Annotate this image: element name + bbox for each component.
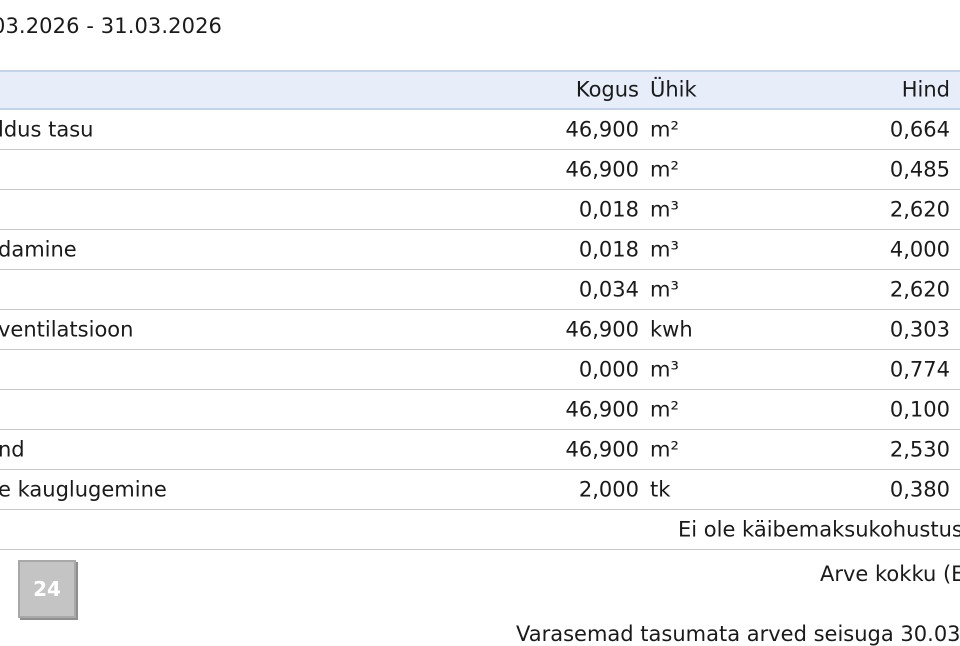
header-quantity: Kogus — [575, 77, 639, 102]
header-price: Hind — [901, 77, 950, 102]
table-row: damine 0,018 m³ 4,000 — [0, 230, 960, 270]
row-quantity: 0,034 — [578, 277, 639, 301]
row-quantity: 46,900 — [565, 437, 639, 461]
row-unit: m² — [650, 157, 679, 181]
row-name: ventilatsioon — [0, 317, 134, 341]
table-row: ventilatsioon 46,900 kwh 0,303 — [0, 310, 960, 350]
row-name: nd — [0, 437, 25, 461]
row-quantity: 0,018 — [578, 237, 639, 261]
row-price: 2,620 — [889, 277, 950, 301]
row-quantity: 46,900 — [565, 157, 639, 181]
row-price: 0,303 — [889, 317, 950, 341]
table-row: 46,900 m² 0,485 — [0, 150, 960, 190]
row-name: e kauglugemine — [0, 477, 167, 501]
table-row: e kauglugemine 2,000 tk 0,380 — [0, 470, 960, 510]
table-header: Kogus Ühik Hind — [0, 70, 960, 110]
row-name: damine — [0, 237, 77, 261]
row-name: ldus tasu — [0, 117, 94, 141]
row-unit: m³ — [650, 277, 679, 301]
row-quantity: 46,900 — [565, 117, 639, 141]
table-row: nd 46,900 m² 2,530 — [0, 430, 960, 470]
row-unit: m² — [650, 117, 679, 141]
row-quantity: 0,000 — [578, 357, 639, 381]
row-quantity: 46,900 — [565, 397, 639, 421]
row-price: 0,380 — [889, 477, 950, 501]
row-unit: tk — [650, 477, 671, 501]
row-price: 0,100 — [889, 397, 950, 421]
row-unit: kwh — [650, 317, 693, 341]
row-unit: m² — [650, 437, 679, 461]
row-price: 2,530 — [889, 437, 950, 461]
invoice-table: Kogus Ühik Hind ldus tasu 46,900 m² 0,66… — [0, 70, 960, 550]
row-unit: m³ — [650, 237, 679, 261]
row-quantity: 2,000 — [578, 477, 639, 501]
billing-period: 03.2026 - 31.03.2026 — [0, 14, 223, 38]
row-unit: m² — [650, 397, 679, 421]
header-unit: Ühik — [650, 77, 697, 102]
table-row: 0,034 m³ 2,620 — [0, 270, 960, 310]
invoice-total-row: Arve kokku (E — [0, 552, 960, 592]
vat-note-row: Ei ole käibemaksukohustusl — [0, 510, 960, 550]
row-quantity: 46,900 — [565, 317, 639, 341]
page-number-badge: 24 — [18, 560, 76, 618]
table-row: 0,000 m³ 0,774 — [0, 350, 960, 390]
table-row: 46,900 m² 0,100 — [0, 390, 960, 430]
table-row: 0,018 m³ 2,620 — [0, 190, 960, 230]
row-price: 2,620 — [889, 197, 950, 221]
row-price: 0,664 — [889, 117, 950, 141]
row-unit: m³ — [650, 197, 679, 221]
row-price: 0,774 — [889, 357, 950, 381]
row-price: 4,000 — [889, 237, 950, 261]
previous-unpaid-note: Varasemad tasumata arved seisuga 30.03.2 — [516, 622, 960, 646]
row-quantity: 0,018 — [578, 197, 639, 221]
row-price: 0,485 — [889, 157, 950, 181]
vat-note: Ei ole käibemaksukohustusl — [678, 517, 960, 541]
row-unit: m³ — [650, 357, 679, 381]
table-row: ldus tasu 46,900 m² 0,664 — [0, 110, 960, 150]
invoice-total-label: Arve kokku (E — [820, 562, 960, 586]
